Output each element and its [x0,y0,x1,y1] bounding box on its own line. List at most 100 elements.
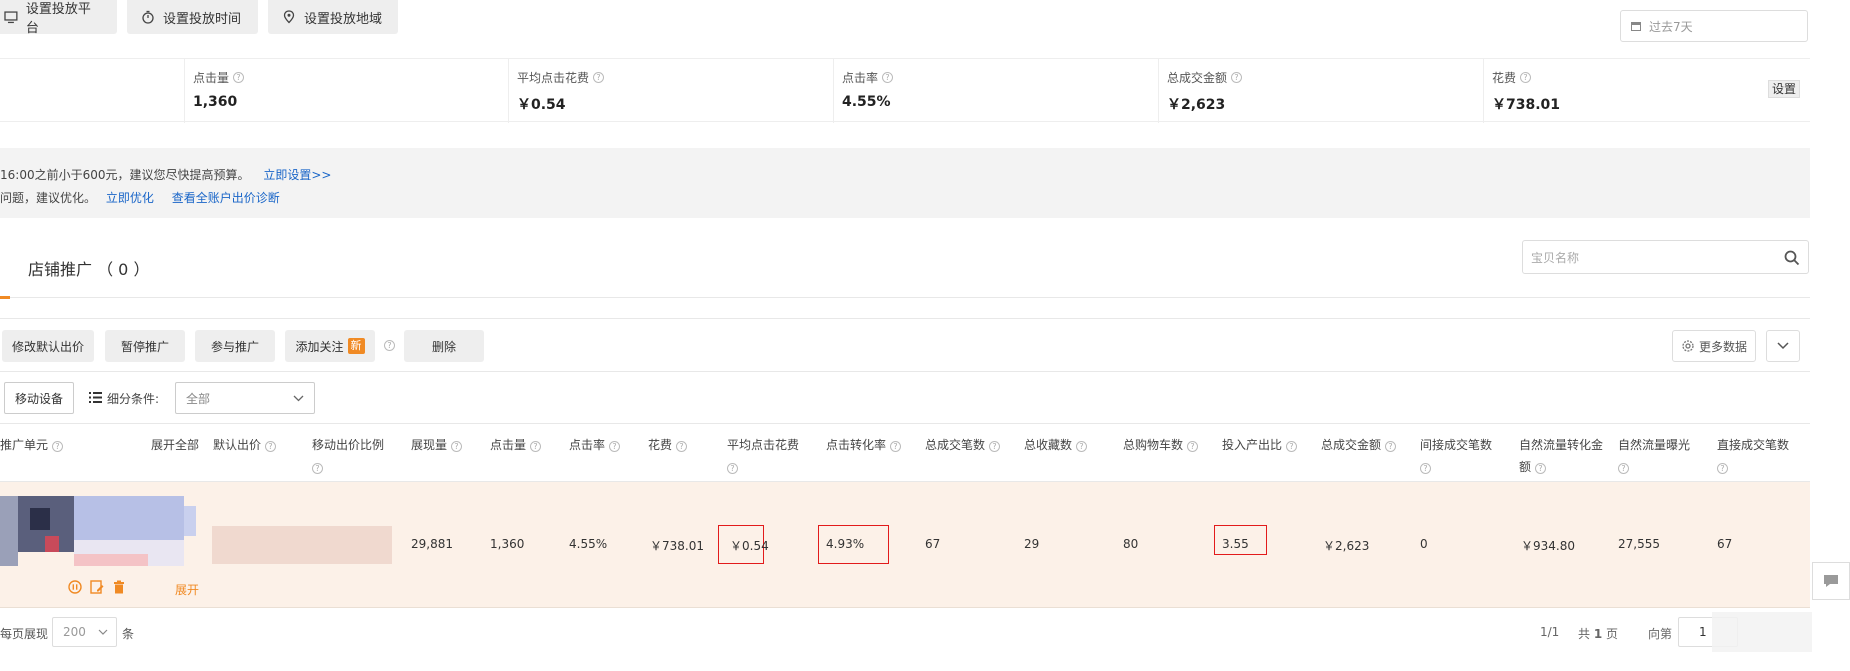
col-impressions[interactable]: 展现量? [411,434,463,456]
set-time-button[interactable]: 设置投放时间 [127,0,258,34]
col-favorites[interactable]: 总收藏数? [1024,434,1088,456]
help-icon[interactable]: ? [609,441,621,452]
col-gmv[interactable]: 总成交金额? [1321,434,1397,456]
help-icon[interactable]: ? [530,441,542,452]
help-icon[interactable]: ? [233,72,245,83]
help-icon[interactable]: ? [989,441,1001,452]
help-icon[interactable]: ? [52,441,64,452]
cell-favorites: 29 [1024,537,1040,551]
col-label: 总购物车数 [1123,438,1184,452]
trash-icon[interactable] [112,580,126,594]
join-promotion-button[interactable]: 参与推广 [195,330,275,362]
help-icon[interactable]: ? [676,441,688,452]
product-search-input[interactable]: 宝贝名称 [1522,240,1809,274]
col-label: 总成交笔数 [925,438,986,452]
collapse-toggle-button[interactable] [1766,330,1800,362]
chat-icon [1824,575,1838,587]
delete-button[interactable]: 删除 [404,330,484,362]
calendar-icon [1631,21,1641,31]
col-roi[interactable]: 投入产出比? [1222,434,1298,456]
col-label: 间接成交笔数 [1420,438,1493,452]
mobile-device-button[interactable]: 移动设备 [4,382,74,414]
col-cost[interactable]: 花费? [648,434,688,456]
help-icon[interactable]: ? [593,72,605,83]
cell-roi: 3.55 [1222,537,1249,551]
cell-organic-gmv: ￥934.80 [1521,539,1575,553]
help-icon[interactable]: ? [1076,441,1088,452]
action-toolbar: 修改默认出价 暂停推广 参与推广 添加关注 新 ? 删除 更多数据 [0,318,1810,372]
list-icon [89,392,102,403]
help-icon[interactable]: ? [312,463,323,474]
pagination-bar: 每页展现 200 条 1/1 共 1 页 向第 1 [0,608,1812,660]
col-unit[interactable]: 推广单元? [0,434,64,456]
chevron-down-icon [293,395,304,402]
help-icon[interactable]: ? [1286,441,1298,452]
table-row[interactable]: 展开 29,881 1,360 4.55% ￥738.01 ￥0.54 4.93… [0,482,1810,608]
more-data-button[interactable]: 更多数据 [1672,330,1756,362]
col-clicks[interactable]: 点击量? [490,434,542,456]
stopwatch-icon [142,10,154,24]
cell-gmv: ￥2,623 [1323,539,1370,553]
col-avg-cpc[interactable]: 平均点击花费? [727,434,811,478]
pause-promotion-button[interactable]: 暂停推广 [105,330,185,362]
per-page-select[interactable]: 200 [52,617,117,647]
cell-cvr: 4.93% [826,537,865,551]
col-organic-impressions[interactable]: 自然流量曝光? [1618,434,1702,478]
help-icon[interactable]: ? [727,463,738,474]
metric-value: ￥2,623 [1167,97,1226,113]
metric-cost: 花费? ￥738.01 [1483,59,1810,123]
metric-label: 总成交金额 [1167,71,1228,85]
pause-icon[interactable] [68,580,82,594]
col-total-orders[interactable]: 总成交笔数? [925,434,1001,456]
help-icon[interactable]: ? [1385,441,1397,452]
table-header: 推广单元? 展开全部 默认出价? 移动出价比例? 展现量? 点击量? 点击率? … [0,424,1810,482]
per-page-label: 每页展现 [0,627,49,641]
col-default-bid[interactable]: 默认出价? [213,434,277,456]
add-follow-button[interactable]: 添加关注 新 [285,330,375,362]
modify-default-bid-button[interactable]: 修改默认出价 [2,330,94,362]
condition-value: 全部 [186,391,211,406]
col-direct-orders[interactable]: 直接成交笔数? [1717,434,1803,478]
help-icon[interactable]: ? [1618,463,1629,474]
total-suffix: 页 [1606,627,1619,641]
col-organic-gmv[interactable]: 自然流量转化金额? [1519,434,1609,478]
bid-diagnosis-link[interactable]: 查看全账户出价诊断 [172,191,280,205]
col-indirect-orders[interactable]: 间接成交笔数? [1420,434,1504,478]
tab-shop-promotion[interactable]: 店铺推广 （ 0 ） [28,256,149,280]
help-icon[interactable]: ? [890,441,902,452]
set-region-button[interactable]: 设置投放地域 [268,0,398,34]
metric-label: 点击量 [193,71,230,85]
edit-icon[interactable] [90,580,104,594]
help-icon[interactable]: ? [1231,72,1243,83]
new-badge: 新 [347,338,365,354]
help-icon[interactable]: ? [265,441,277,452]
help-icon[interactable]: ? [451,441,463,452]
help-icon[interactable]: ? [1520,72,1532,83]
set-platform-button[interactable]: 设置投放平台 [0,0,117,36]
goto-label: 向第 [1648,627,1673,641]
help-icon[interactable]: ? [882,72,894,83]
col-carts[interactable]: 总购物车数? [1123,434,1199,456]
product-thumbnail[interactable] [0,496,196,566]
tab-active-indicator [0,296,10,299]
search-icon[interactable] [1784,250,1800,266]
help-icon[interactable]: ? [1535,463,1547,474]
date-range-picker[interactable]: 过去7天 [1620,10,1808,42]
col-mobile-ratio[interactable]: 移动出价比例? [312,434,392,478]
metric-value: ￥738.01 [1492,97,1561,113]
condition-select[interactable]: 全部 [175,382,315,414]
expand-all-link[interactable]: 展开全部 [151,434,199,456]
col-ctr[interactable]: 点击率? [569,434,621,456]
help-icon[interactable]: ? [384,340,395,351]
expand-link[interactable]: 展开 [175,581,199,598]
help-icon[interactable]: ? [1187,441,1199,452]
metrics-settings-button[interactable]: 设置 [1768,80,1800,98]
optimize-now-link[interactable]: 立即优化 [106,191,154,205]
col-label: 自然流量转化金额 [1519,438,1604,474]
help-icon[interactable]: ? [1420,463,1431,474]
help-icon[interactable]: ? [1717,463,1728,474]
chat-float-button[interactable] [1812,562,1850,600]
set-budget-link[interactable]: 立即设置>> [263,168,331,182]
col-cvr[interactable]: 点击转化率? [826,434,902,456]
chevron-down-icon [98,629,108,635]
